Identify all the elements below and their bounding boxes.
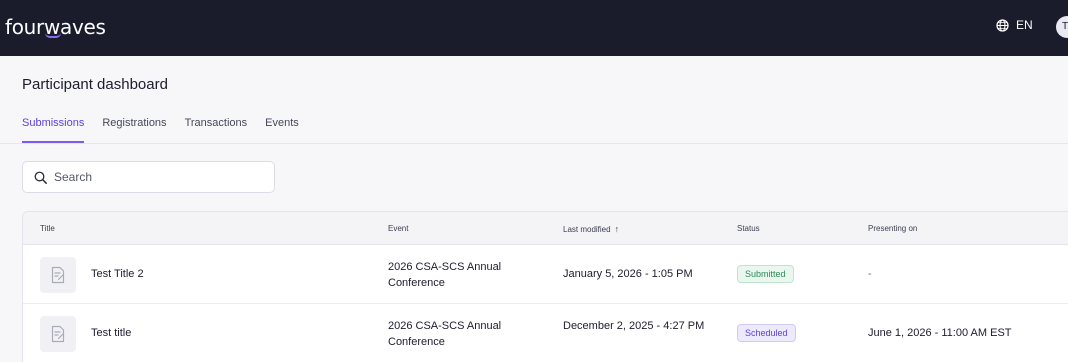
logo-suffix: aves [60,15,106,39]
tab-transactions[interactable]: Transactions [185,116,248,143]
search-icon [34,171,47,184]
language-label: EN [1016,18,1033,32]
language-selector[interactable]: EN [996,18,1033,32]
table-row[interactable]: Test title 2026 CSA-SCS Annual Conferenc… [23,304,1068,362]
column-header-status[interactable]: Status [737,224,760,233]
tab-submissions[interactable]: Submissions [22,116,85,143]
document-icon [40,316,76,352]
submission-title[interactable]: Test title [91,327,131,339]
document-icon [40,257,76,293]
logo-prefix: four [5,15,44,39]
event-name: 2026 CSA-SCS Annual Conference [388,320,502,348]
search-input[interactable] [54,170,264,184]
globe-icon [996,18,1009,32]
column-header-last-modified-label: Last modified [563,225,611,234]
column-header-presenting-on[interactable]: Presenting on [868,224,917,233]
tab-events[interactable]: Events [265,116,299,143]
table-row[interactable]: Test Title 2 2026 CSA-SCS Annual Confere… [23,245,1068,304]
event-name: 2026 CSA-SCS Annual Conference [388,261,502,289]
last-modified: January 5, 2026 - 1:05 PM [563,268,693,280]
column-header-last-modified[interactable]: Last modified ↑ [563,224,619,234]
top-navigation-bar: fourw aves EN T [0,0,1068,56]
column-header-title[interactable]: Title [40,224,55,233]
presenting-on: June 1, 2026 - 11:00 AM EST [868,327,1012,339]
fourwaves-logo[interactable]: fourw aves [5,15,106,39]
submissions-table: Title Event Last modified ↑ Status Presen… [22,211,1068,362]
search-box[interactable] [22,161,275,193]
status-badge: Scheduled [737,324,796,342]
user-avatar[interactable]: T [1056,16,1068,38]
column-header-event[interactable]: Event [388,224,408,233]
status-badge: Submitted [737,265,794,283]
tabs-divider [0,143,1068,144]
submission-title[interactable]: Test Title 2 [91,268,144,280]
table-header: Title Event Last modified ↑ Status Presen… [23,212,1068,245]
sort-ascending-icon: ↑ [614,224,620,234]
dashboard-tabs: Submissions Registrations Transactions E… [22,116,317,144]
last-modified: December 2, 2025 - 4:27 PM [563,320,705,332]
tab-registrations[interactable]: Registrations [102,116,166,143]
logo-wave-accent [44,33,61,38]
presenting-on: - [868,268,872,280]
page-title: Participant dashboard [22,76,168,93]
logo-w: w [43,15,61,39]
